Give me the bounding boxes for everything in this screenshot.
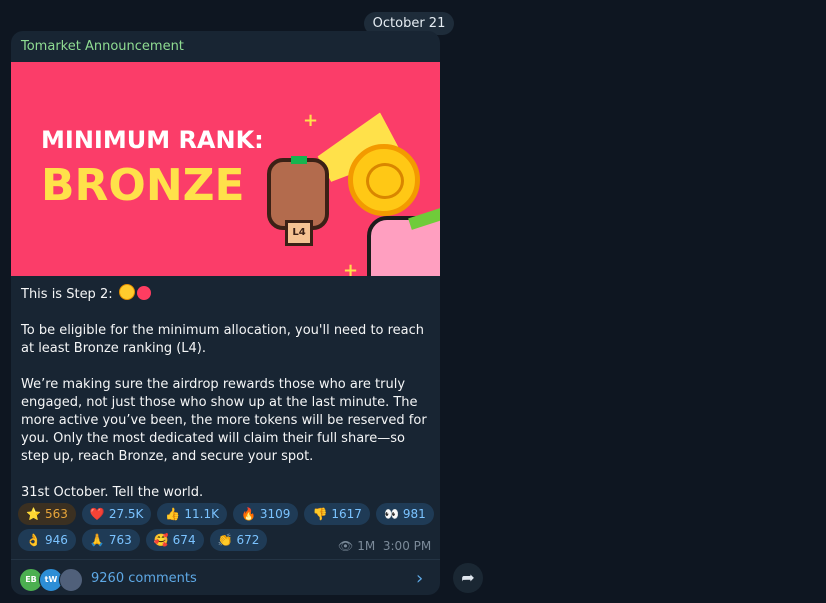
reaction-count: 11.1K: [184, 507, 219, 521]
message-step-text: This is Step 2:: [21, 287, 113, 302]
avatar: [59, 568, 83, 592]
reaction-count: 981: [402, 507, 426, 521]
reaction-thumbs-down[interactable]: 👎 1617: [304, 503, 370, 525]
reaction-smiling-face-hearts[interactable]: 🥰 674: [145, 529, 204, 551]
badge-level-label: L4: [285, 220, 313, 246]
banner-rank: BRONZE: [41, 160, 245, 211]
ok-hand-icon: 👌: [26, 533, 41, 547]
share-button[interactable]: ➦: [453, 563, 483, 593]
reaction-clap[interactable]: 👏 672: [209, 529, 268, 551]
pray-icon: 🙏: [89, 533, 105, 547]
heart-icon: ❤️: [89, 507, 105, 521]
views-eye-icon: 👁: [338, 539, 354, 553]
reaction-count: 563: [44, 507, 68, 521]
reaction-count: 674: [172, 533, 196, 547]
sparkle-icon: +: [303, 110, 319, 131]
message-paragraph: To be eligible for the minimum allocatio…: [21, 323, 429, 356]
banner-title: MINIMUM RANK:: [41, 126, 264, 154]
reaction-pray[interactable]: 🙏 763: [81, 529, 140, 551]
reaction-count: 1617: [331, 507, 362, 521]
reaction-star[interactable]: ⭐ 563: [18, 503, 76, 525]
tomato-emoji-icon: [136, 286, 151, 300]
comments-bar[interactable]: EB tW 9260 comments ›: [11, 559, 440, 595]
views-count: 1M: [357, 539, 376, 553]
clap-icon: 👏: [217, 533, 233, 547]
sparkle-icon: +: [343, 260, 359, 276]
reaction-count: 946: [44, 533, 68, 547]
forward-arrow-icon: ➦: [461, 568, 475, 587]
message-paragraph: 31st October. Tell the world.: [21, 485, 204, 500]
coin-face-icon: [366, 163, 404, 199]
reaction-ok-hand[interactable]: 👌 946: [18, 529, 76, 551]
message-paragraph: We’re making sure the airdrop rewards th…: [21, 377, 431, 464]
reaction-row: ⭐ 563 ❤️ 27.5K 👍 11.1K 🔥 3109 👎 1617 👀 9…: [18, 503, 438, 525]
tomato-mascot-icon: [367, 206, 440, 276]
reaction-count: 27.5K: [108, 507, 144, 521]
reaction-heart[interactable]: ❤️ 27.5K: [81, 503, 152, 525]
fire-icon: 🔥: [240, 507, 256, 521]
message-meta: 👁 1M 3:00 PM: [338, 539, 431, 553]
message-text: This is Step 2: To be eligible for the m…: [21, 284, 433, 520]
reaction-fire[interactable]: 🔥 3109: [232, 503, 299, 525]
thumbs-up-icon: 👍: [165, 507, 181, 521]
coin-emoji-icon: [118, 284, 135, 300]
comments-count[interactable]: 9260 comments: [91, 571, 197, 586]
thumbs-down-icon: 👎: [312, 507, 328, 521]
chevron-right-icon[interactable]: ›: [416, 568, 423, 589]
star-icon: ⭐: [26, 507, 41, 521]
channel-name[interactable]: Tomarket Announcement: [21, 39, 184, 54]
reaction-thumbs-up[interactable]: 👍 11.1K: [157, 503, 227, 525]
reaction-count: 3109: [259, 507, 291, 521]
tomato-leaf-icon: [408, 206, 440, 230]
coin-icon: [348, 144, 420, 216]
reaction-count: 672: [236, 533, 260, 547]
reaction-eyes[interactable]: 👀 981: [375, 503, 434, 525]
message-step-line: This is Step 2:: [21, 284, 433, 304]
eyes-icon: 👀: [383, 507, 399, 521]
smiling-face-hearts-icon: 🥰: [153, 533, 169, 547]
badge-leaf-icon: [291, 156, 307, 164]
reaction-count: 763: [108, 533, 132, 547]
announcement-banner[interactable]: MINIMUM RANK: BRONZE + + L4: [11, 62, 440, 276]
message-bubble: Tomarket Announcement MINIMUM RANK: BRON…: [11, 31, 440, 595]
message-time: 3:00 PM: [382, 539, 432, 553]
